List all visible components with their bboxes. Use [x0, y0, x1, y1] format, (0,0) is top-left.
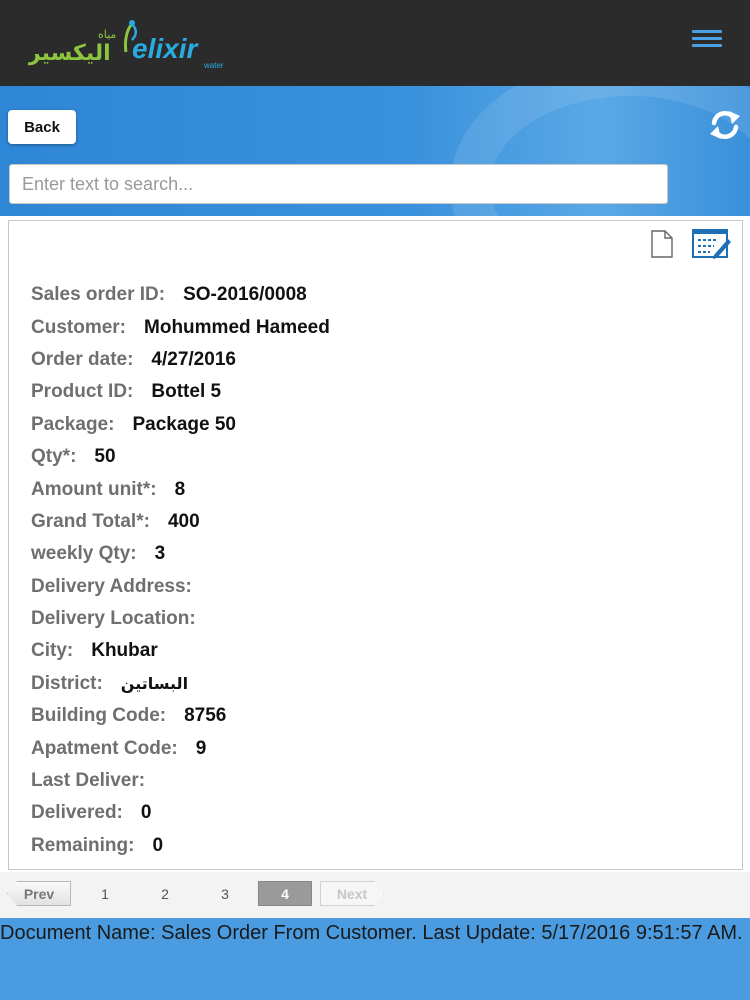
current-page-button[interactable]: 4 — [258, 881, 312, 906]
field-value: 8 — [174, 478, 186, 500]
field-value: 400 — [167, 510, 200, 532]
page-3-button[interactable]: 3 — [211, 881, 239, 906]
field-value: 0 — [140, 802, 152, 824]
page-1-button[interactable]: 1 — [91, 881, 119, 906]
field-delivery-location: Delivery Location: — [31, 603, 330, 635]
page-2-button[interactable]: 2 — [151, 881, 179, 906]
field-delivery-address: Delivery Address: — [31, 571, 330, 603]
field-apartment-code: Apatment Code: 9 — [31, 732, 330, 764]
logo-arabic-small: مياه — [98, 28, 116, 41]
field-label: Amount unit*: — [31, 478, 157, 500]
top-bar: مياه اليكسير elixir water — [0, 0, 750, 86]
field-last-deliver: Last Deliver: — [31, 765, 330, 797]
document-info-text: Document Name: Sales Order From Customer… — [0, 922, 743, 944]
field-label: Apatment Code: — [31, 737, 178, 759]
field-value: 3 — [154, 543, 166, 565]
field-sales-order-id: Sales order ID: SO-2016/0008 — [31, 279, 330, 311]
field-value: SO-2016/0008 — [183, 284, 307, 306]
field-value: Mohummed Hameed — [144, 316, 330, 338]
field-product-id: Product ID: Bottel 5 — [31, 376, 330, 408]
field-value: Package 50 — [132, 413, 236, 435]
field-package: Package: Package 50 — [31, 409, 330, 441]
document-icon[interactable] — [647, 229, 677, 259]
field-value: 0 — [152, 834, 164, 856]
refresh-icon[interactable] — [706, 106, 744, 144]
pagination: Prev 1 2 3 4 Next — [0, 872, 750, 918]
field-value: Khubar — [91, 640, 158, 662]
field-remaining: Remaining: 0 — [31, 830, 330, 862]
record-fields: Sales order ID: SO-2016/0008 Customer: Moh… — [31, 279, 330, 862]
field-label: Customer: — [31, 316, 127, 338]
back-button[interactable]: Back — [8, 110, 76, 144]
field-label: Package: — [31, 413, 115, 435]
field-label: City: — [31, 640, 74, 662]
field-label: District: — [31, 672, 103, 694]
field-label: Remaining: — [31, 834, 135, 856]
field-label: weekly Qty: — [31, 543, 137, 565]
logo-arabic: اليكسير — [28, 41, 111, 66]
field-label: Delivered: — [31, 802, 123, 824]
field-grand-total: Grand Total*: 400 — [31, 506, 330, 538]
field-amount-unit: Amount unit*: 8 — [31, 473, 330, 505]
field-label: Qty*: — [31, 446, 77, 468]
field-label: Sales order ID: — [31, 284, 166, 306]
field-qty: Qty*: 50 — [31, 441, 330, 473]
field-order-date: Order date: 4/27/2016 — [31, 344, 330, 376]
elixir-logo: مياه اليكسير elixir water — [28, 20, 224, 70]
field-label: Product ID: — [31, 381, 134, 403]
field-building-code: Building Code: 8756 — [31, 700, 330, 732]
field-delivered: Delivered: 0 — [31, 797, 330, 829]
search-input[interactable] — [9, 164, 668, 204]
field-label: Grand Total*: — [31, 510, 150, 532]
record-detail-panel: Sales order ID: SO-2016/0008 Customer: Moh… — [8, 220, 743, 870]
field-district: District: البساتين — [31, 668, 330, 700]
logo-sub: water — [203, 61, 224, 70]
logo-brand: elixir — [132, 33, 199, 64]
edit-form-icon[interactable] — [692, 227, 732, 259]
field-label: Building Code: — [31, 705, 167, 727]
field-label: Delivery Location: — [31, 608, 196, 630]
field-label: Order date: — [31, 348, 134, 370]
hamburger-menu-icon[interactable] — [692, 30, 722, 52]
field-value: 4/27/2016 — [151, 348, 236, 370]
field-value: 50 — [94, 446, 116, 468]
action-header: Back — [0, 86, 750, 216]
footer: Document Name: Sales Order From Customer… — [0, 918, 750, 1000]
field-value: Bottel 5 — [151, 381, 222, 403]
field-city: City: Khubar — [31, 635, 330, 667]
field-value: 9 — [195, 737, 207, 759]
field-value: البساتين — [120, 674, 189, 694]
field-weekly-qty: weekly Qty: 3 — [31, 538, 330, 570]
field-customer: Customer: Mohummed Hameed — [31, 311, 330, 343]
field-label: Delivery Address: — [31, 575, 192, 597]
next-page-button[interactable]: Next — [320, 881, 384, 906]
prev-page-button[interactable]: Prev — [7, 881, 71, 906]
field-value: 8756 — [184, 705, 227, 727]
field-label: Last Deliver: — [31, 770, 146, 792]
